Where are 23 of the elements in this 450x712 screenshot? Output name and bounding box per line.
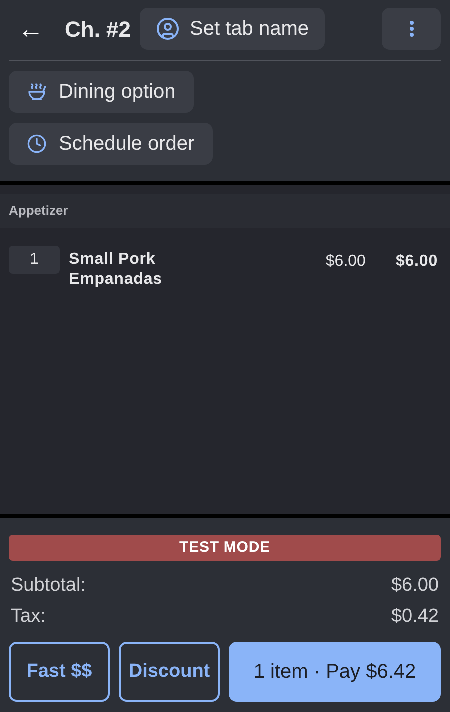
test-mode-banner: TEST MODE	[9, 535, 441, 561]
more-icon	[410, 21, 414, 37]
item-name: Small Pork Empanadas	[69, 250, 164, 290]
quantity-field[interactable]: 1	[9, 246, 60, 274]
category-name: Appetizer	[9, 202, 68, 220]
option-button[interactable]: Schedule order	[9, 123, 213, 165]
clock-icon	[27, 134, 47, 154]
total-value: $6.00	[391, 574, 439, 598]
item-price: $6.00	[326, 252, 366, 272]
back-button[interactable]: ←	[9, 16, 53, 42]
action-button[interactable]: Discount	[119, 642, 220, 702]
total-value: $0.42	[391, 605, 439, 630]
check-title: Ch. #2	[65, 16, 132, 44]
set-tab-name-button[interactable]: Set tab name	[140, 8, 325, 50]
bowl-icon	[27, 82, 47, 102]
item-total: $6.00	[396, 252, 438, 272]
action-button[interactable]: Fast $$	[9, 642, 110, 702]
total-label: Tax:	[11, 605, 46, 630]
pay-button[interactable]: 1 item · Pay $6.42	[229, 642, 441, 702]
more-button[interactable]	[382, 8, 441, 50]
user-icon	[156, 17, 180, 41]
total-label: Subtotal:	[11, 574, 86, 598]
option-button[interactable]: Dining option	[9, 71, 194, 113]
